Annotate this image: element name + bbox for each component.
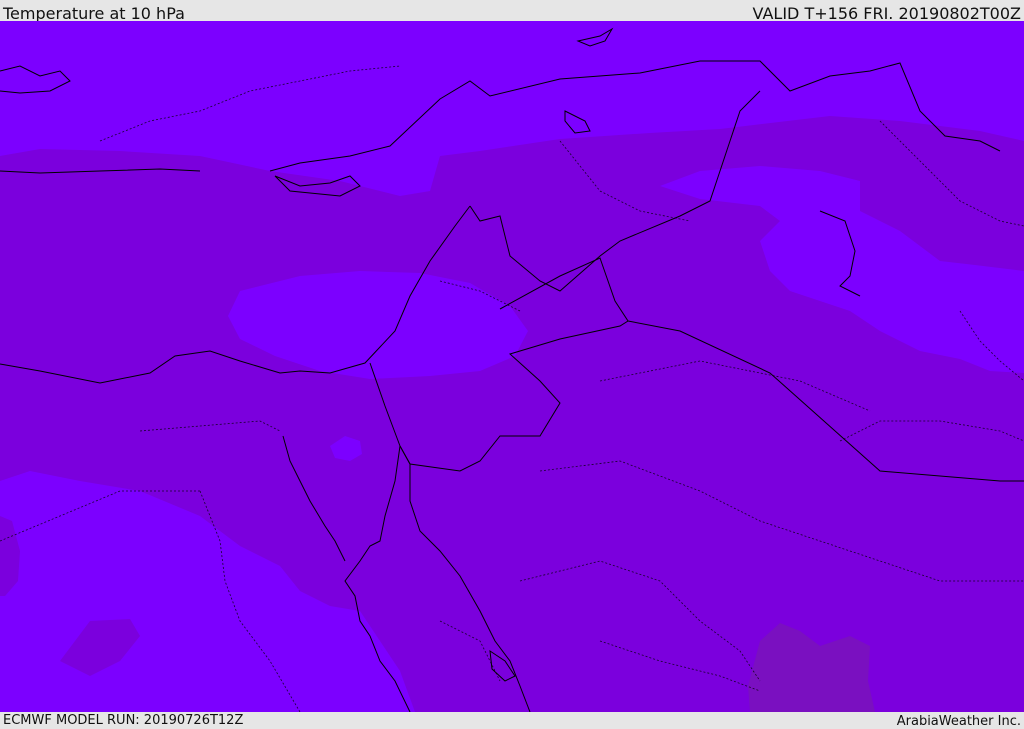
map-canvas: [0, 21, 1024, 712]
weather-map[interactable]: [0, 21, 1024, 712]
credit-label: ArabiaWeather Inc.: [896, 714, 1021, 729]
footer-bar: ECMWF MODEL RUN: 20190726T12Z ArabiaWeat…: [0, 712, 1024, 729]
model-run-label: ECMWF MODEL RUN: 20190726T12Z: [3, 713, 244, 728]
header-bar: Temperature at 10 hPa VALID T+156 FRI. 2…: [0, 0, 1024, 23]
map-viewer: Temperature at 10 hPa VALID T+156 FRI. 2…: [0, 0, 1024, 729]
